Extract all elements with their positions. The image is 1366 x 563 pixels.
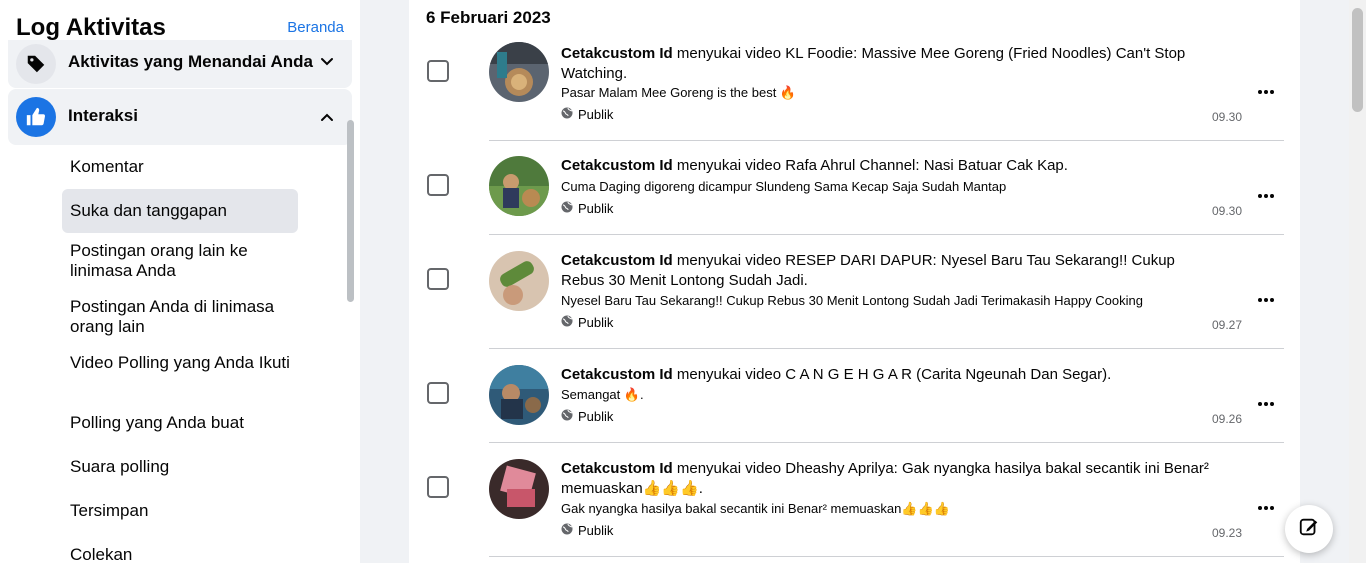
audience-label: Publik [578,523,614,538]
activity-title: Cetakcustom Id menyukai video C A N G E … [561,365,1221,385]
actor-name[interactable]: Cetakcustom Id [561,460,673,477]
audience-label: Publik [578,409,614,424]
more-options-icon[interactable] [1256,290,1276,310]
activity-title: Cetakcustom Id menyukai video KL Foodie:… [561,44,1221,84]
object-type: video [745,157,782,174]
select-checkbox[interactable] [427,174,449,196]
activity-title: Cetakcustom Id menyukai video RESEP DARI… [561,251,1221,291]
sidebar-item-likes-reactions[interactable]: Suka dan tanggapan [62,189,298,233]
globe-icon [561,107,573,122]
globe-icon [561,201,573,216]
activity-row: Cetakcustom Id menyukai video KL Foodie:… [409,40,1300,141]
select-checkbox[interactable] [427,268,449,290]
timestamp: 09.23 [1212,526,1243,540]
audience-label: Publik [578,201,614,216]
activity-row: Cetakcustom Id menyukai video Dheashy Ap… [409,443,1300,557]
sidebar-item-video-polls-followed[interactable]: Video Polling yang Anda Ikuti [62,353,298,393]
timestamp: 09.26 [1212,412,1243,426]
target-link[interactable]: Rafa Ahrul Channel: Nasi Batuar Cak Kap. [785,157,1068,174]
activity-caption: Pasar Malam Mee Goreng is the best 🔥 [561,85,797,100]
activity-verb: menyukai [676,252,742,269]
audience-indicator: Publik [561,523,613,538]
tag-icon [16,44,56,84]
sidebar-item-comments[interactable]: Komentar [62,157,298,177]
more-options-icon[interactable] [1256,394,1276,414]
object-type: video [745,366,782,383]
more-options-icon[interactable] [1256,498,1276,518]
video-thumbnail[interactable] [489,459,549,519]
video-thumbnail[interactable] [489,156,549,216]
object-type: video [745,252,782,269]
object-type: video [745,460,782,477]
audience-indicator: Publik [561,201,613,216]
date-header: 6 Februari 2023 [426,8,551,27]
globe-icon [561,315,573,330]
home-link[interactable]: Beranda [287,19,344,36]
activity-log-sidebar: Log Aktivitas Beranda Aktivitas yang Men… [0,0,360,563]
more-options-icon[interactable] [1256,186,1276,206]
actor-name[interactable]: Cetakcustom Id [561,366,673,383]
sidebar-group-label: Interaksi [68,106,138,125]
select-checkbox[interactable] [427,382,449,404]
actor-name[interactable]: Cetakcustom Id [561,45,673,62]
sidebar-group-tagged-activity[interactable]: Aktivitas yang Menandai Anda [8,40,352,88]
page-scrollbar-thumb[interactable] [1352,8,1363,112]
sidebar-scrollbar[interactable] [347,120,354,302]
activity-verb: menyukai [676,45,742,62]
sidebar-group-label: Aktivitas yang Menandai Anda [68,52,313,71]
more-options-icon[interactable] [1256,82,1276,102]
target-suffix: (Carita Ngeunah Dan Segar). [912,366,1112,383]
video-thumbnail[interactable] [489,251,549,311]
target-link[interactable]: C A N G E H G A R [785,366,912,383]
page-scrollbar[interactable] [1349,0,1366,563]
sidebar-item-pokes[interactable]: Colekan [62,545,298,563]
timestamp: 09.30 [1212,110,1243,124]
audience-label: Publik [578,315,614,330]
activity-list-card: 6 Februari 2023 Cetakcustom Id menyukai … [409,0,1300,563]
timestamp: 09.27 [1212,318,1243,332]
activity-row: Cetakcustom Id menyukai video C A N G E … [409,349,1300,443]
sidebar-item-poll-votes[interactable]: Suara polling [62,457,298,477]
chevron-up-icon [320,110,334,124]
globe-icon [561,409,573,424]
thumbs-up-icon [16,97,56,137]
sidebar-item-posts-on-your-timeline[interactable]: Postingan orang lain ke linimasa Anda [62,241,298,281]
sidebar-item-your-posts-on-others-timeline[interactable]: Postingan Anda di linimasa orang lain [62,297,298,337]
chevron-down-icon [320,55,334,69]
activity-caption: Cuma Daging digoreng dicampur Slundeng S… [561,179,1007,194]
video-thumbnail[interactable] [489,42,549,102]
sidebar-item-polls-created[interactable]: Polling yang Anda buat [62,413,298,433]
row-divider [489,556,1284,557]
audience-label: Publik [578,107,614,122]
audience-indicator: Publik [561,315,613,330]
actor-name[interactable]: Cetakcustom Id [561,252,673,269]
timestamp: 09.30 [1212,204,1243,218]
activity-verb: menyukai [676,460,742,477]
activity-row: Cetakcustom Id menyukai video Rafa Ahrul… [409,141,1300,235]
activity-caption: Semangat 🔥. [561,387,644,402]
sidebar-title: Log Aktivitas [16,14,166,41]
video-thumbnail[interactable] [489,365,549,425]
globe-icon [561,523,573,538]
compose-icon [1298,516,1320,543]
select-checkbox[interactable] [427,476,449,498]
actor-name[interactable]: Cetakcustom Id [561,157,673,174]
audience-indicator: Publik [561,107,613,122]
new-message-button[interactable] [1285,505,1333,553]
object-type: video [745,45,782,62]
activity-caption: Gak nyangka hasilya bakal secantik ini B… [561,501,950,516]
select-checkbox[interactable] [427,60,449,82]
sidebar-group-interactions[interactable]: Interaksi [8,89,352,145]
sidebar-item-saved[interactable]: Tersimpan [62,501,298,521]
activity-row: Cetakcustom Id menyukai video RESEP DARI… [409,235,1300,349]
activity-verb: menyukai [676,157,742,174]
activity-verb: menyukai [676,366,742,383]
activity-title: Cetakcustom Id menyukai video Dheashy Ap… [561,459,1221,499]
activity-caption: Nyesel Baru Tau Sekarang!! Cukup Rebus 3… [561,293,1143,308]
activity-title: Cetakcustom Id menyukai video Rafa Ahrul… [561,156,1221,176]
audience-indicator: Publik [561,409,613,424]
